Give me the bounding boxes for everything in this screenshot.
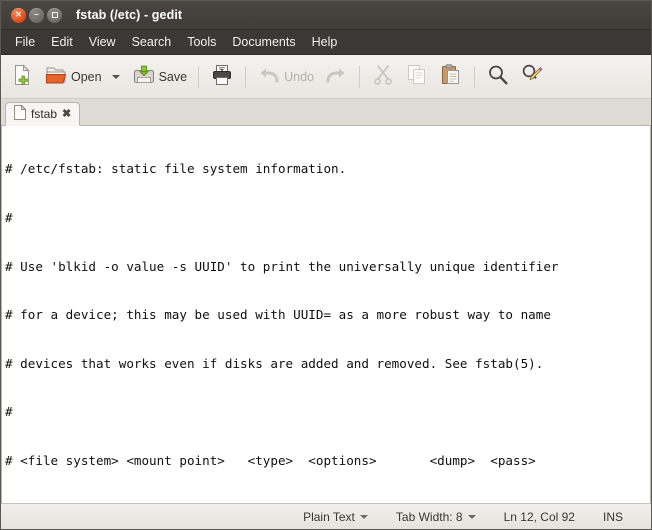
menu-search[interactable]: Search	[124, 33, 180, 51]
print-button[interactable]	[206, 60, 238, 93]
toolbar-separator	[473, 65, 475, 88]
open-button-label: Open	[71, 69, 102, 84]
window-title: fstab (/etc) - gedit	[76, 8, 183, 22]
search-icon	[486, 63, 510, 90]
gedit-window: ✕ − fstab (/etc) - gedit File Edit View …	[0, 0, 652, 530]
redo-button[interactable]	[320, 60, 352, 93]
save-disk-icon	[132, 63, 156, 90]
toolbar: Open Save Undo	[1, 55, 651, 99]
status-tab-width-selector[interactable]: Tab Width: 8	[382, 510, 490, 524]
copy-icon	[405, 63, 429, 90]
chevron-down-icon	[467, 514, 476, 519]
tab-label: fstab	[31, 107, 58, 121]
editor-line: # /etc/fstab: static file system informa…	[5, 161, 347, 177]
undo-button-label: Undo	[284, 69, 314, 84]
menu-view[interactable]: View	[81, 33, 124, 51]
save-button-label: Save	[158, 69, 188, 84]
editor-line: # devices that works even if disks are a…	[5, 355, 544, 371]
tab-close-icon[interactable]: ✖	[62, 108, 71, 120]
tab-fstab[interactable]: fstab ✖	[5, 102, 81, 126]
scissors-icon	[371, 63, 395, 90]
clipboard-paste-icon	[439, 63, 463, 90]
editor-line: #	[5, 404, 13, 420]
editor-line: # for a device; this may be used with UU…	[5, 307, 551, 323]
status-bar: Plain Text Tab Width: 8 Ln 12, Col 92 IN…	[1, 503, 651, 529]
minimize-icon: −	[34, 10, 39, 19]
replace-button[interactable]	[516, 60, 548, 93]
title-bar: ✕ − fstab (/etc) - gedit	[1, 1, 651, 30]
redo-arrow-icon	[324, 63, 348, 90]
search-replace-icon	[520, 63, 544, 90]
editor-line: #	[5, 210, 13, 225]
menu-documents[interactable]: Documents	[224, 33, 303, 51]
copy-button[interactable]	[401, 60, 433, 93]
editor-area[interactable]: # /etc/fstab: static file system informa…	[1, 126, 651, 503]
new-document-icon	[10, 63, 34, 90]
menu-help[interactable]: Help	[304, 33, 346, 51]
tab-bar: fstab ✖	[1, 99, 651, 126]
status-cursor-position: Ln 12, Col 92	[490, 510, 589, 524]
window-controls: ✕ −	[11, 7, 62, 23]
new-document-button[interactable]	[6, 60, 38, 93]
menu-edit[interactable]: Edit	[43, 33, 81, 51]
paste-button[interactable]	[435, 60, 467, 93]
editor-line: proc /proc proc nodev,noexec,nosuid 0 0	[5, 502, 650, 503]
editor-text[interactable]: # /etc/fstab: static file system informa…	[2, 126, 650, 503]
save-button[interactable]: Save	[128, 60, 192, 93]
menu-file[interactable]: File	[7, 33, 43, 51]
status-language-selector[interactable]: Plain Text	[289, 510, 382, 524]
editor-line: # Use 'blkid -o value -s UUID' to print …	[5, 258, 559, 274]
menu-bar: File Edit View Search Tools Documents He…	[1, 30, 651, 55]
status-tab-width-label: Tab Width: 8	[395, 509, 463, 524]
close-window-button[interactable]: ✕	[11, 7, 26, 23]
printer-icon	[210, 63, 234, 90]
status-insert-mode-label: INS	[602, 509, 623, 524]
undo-button[interactable]: Undo	[253, 60, 318, 93]
status-insert-mode[interactable]: INS	[589, 510, 651, 524]
undo-arrow-icon	[257, 63, 281, 90]
menu-tools[interactable]: Tools	[179, 33, 224, 51]
maximize-window-button[interactable]	[47, 7, 62, 23]
chevron-down-icon	[359, 514, 368, 519]
open-dropdown-caret-icon[interactable]	[111, 74, 120, 79]
maximize-icon	[51, 12, 58, 18]
document-icon	[14, 104, 27, 123]
minimize-window-button[interactable]: −	[29, 7, 44, 23]
close-icon: ✕	[15, 10, 22, 19]
editor-line: # <file system> <mount point> <type> <op…	[5, 452, 536, 468]
open-folder-icon	[44, 63, 68, 90]
status-cursor-position-label: Ln 12, Col 92	[503, 509, 575, 524]
toolbar-separator	[198, 65, 200, 88]
cut-button[interactable]	[367, 60, 399, 93]
status-language-label: Plain Text	[303, 509, 355, 524]
toolbar-separator	[245, 65, 247, 88]
open-button[interactable]: Open	[40, 60, 106, 93]
toolbar-separator	[358, 65, 360, 88]
find-button[interactable]	[482, 60, 514, 93]
